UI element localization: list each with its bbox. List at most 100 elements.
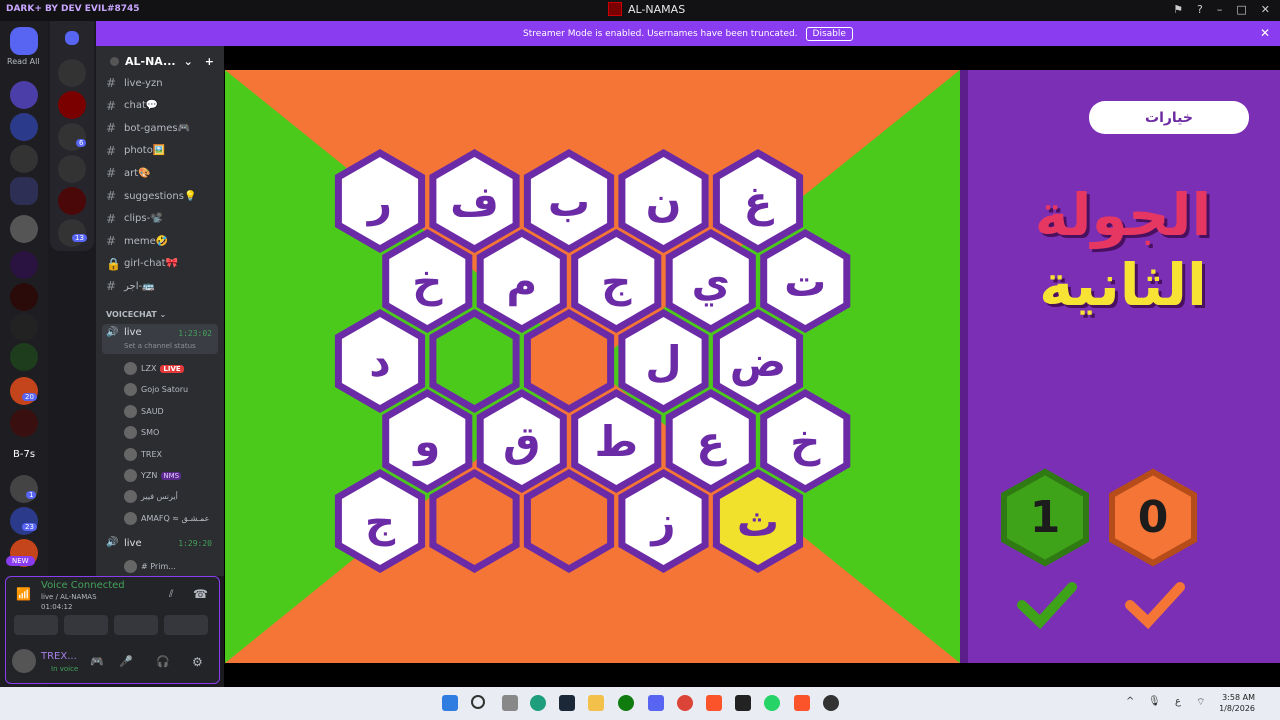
wifi-icon[interactable]: ⌔ xyxy=(1196,696,1205,709)
obs-icon[interactable] xyxy=(823,695,839,711)
channel-item[interactable]: 🔒 girl-chat🎀 xyxy=(106,257,178,271)
server-icon[interactable] xyxy=(58,91,86,119)
voice-user[interactable]: LZX LIVE xyxy=(124,362,184,375)
maximize-button[interactable]: □ xyxy=(1236,3,1246,16)
channel-item[interactable]: # meme🤣 xyxy=(106,234,168,248)
add-member-icon[interactable]: + xyxy=(205,55,214,68)
server-icon[interactable] xyxy=(10,283,38,311)
channel-item[interactable]: # bot-games🎮 xyxy=(106,121,190,135)
steam-icon[interactable] xyxy=(559,695,575,711)
mention-badge: 6 xyxy=(76,139,87,147)
activities-button[interactable] xyxy=(114,615,158,635)
gear-icon[interactable]: ⚙ xyxy=(192,655,203,669)
edge-icon[interactable] xyxy=(530,695,546,711)
voice-user[interactable]: YZN NMS xyxy=(124,469,182,482)
voice-category[interactable]: VOICECHAT ⌄ xyxy=(106,310,166,319)
hex-cell[interactable] xyxy=(429,308,520,414)
server-icon[interactable] xyxy=(58,187,86,215)
green-score: 1 xyxy=(1030,492,1061,543)
server-header[interactable]: AL-NA... ⌄ + xyxy=(96,46,224,76)
voice-user[interactable]: AMAFQ ≈ عمـشـق xyxy=(124,511,209,525)
server-icon[interactable] xyxy=(10,475,38,503)
file-explorer-icon[interactable] xyxy=(588,695,604,711)
screen-share-button[interactable] xyxy=(64,615,108,635)
voice-user[interactable]: TREX xyxy=(124,447,162,461)
noise-suppression-icon[interactable]: ⫽ xyxy=(169,589,173,600)
green-check-icon xyxy=(1017,582,1077,630)
task-view-icon[interactable] xyxy=(502,695,518,711)
voice-channel-live-2[interactable]: 🔊 live 1:29:20 xyxy=(102,536,218,552)
channel-item[interactable]: # chat💬 xyxy=(106,99,158,113)
inbox-icon[interactable]: ⚑ xyxy=(1173,3,1183,16)
hex-cell[interactable] xyxy=(523,308,615,414)
avatar[interactable] xyxy=(12,649,36,673)
folder-icon[interactable] xyxy=(65,31,79,45)
user-name[interactable]: TREX... xyxy=(41,651,77,662)
disable-button[interactable]: Disable xyxy=(805,26,853,41)
brave-icon[interactable] xyxy=(706,695,722,711)
voice-user[interactable]: أيرنس فيير xyxy=(124,490,178,504)
channel-status[interactable]: Set a channel status xyxy=(124,342,196,350)
language-indicator[interactable]: ع xyxy=(1175,696,1181,707)
headphones-icon[interactable]: 🎧 xyxy=(156,655,170,668)
server-icon[interactable] xyxy=(10,409,38,437)
hex-cell[interactable] xyxy=(429,468,520,574)
discord-taskbar-icon[interactable] xyxy=(648,695,664,711)
read-all-label[interactable]: Read All xyxy=(7,57,40,66)
hex-letter: ج xyxy=(601,257,632,306)
voice-user[interactable]: # Prim... xyxy=(124,560,176,573)
chevron-down-icon[interactable]: ⌄ xyxy=(184,55,193,68)
channel-item[interactable]: # photo🖼️ xyxy=(106,144,165,158)
server-icon[interactable] xyxy=(10,81,38,109)
channel-item[interactable]: # art🎨 xyxy=(106,166,151,180)
channel-item[interactable]: # اجر-🚌 xyxy=(106,279,155,293)
chrome-icon[interactable] xyxy=(677,695,693,711)
minimize-button[interactable]: – xyxy=(1217,3,1223,16)
voice-user[interactable]: Gojo Satoru xyxy=(124,383,188,397)
app-icon[interactable] xyxy=(735,695,751,711)
close-button[interactable]: ✕ xyxy=(1261,3,1270,16)
voice-user[interactable]: SMO xyxy=(124,426,160,440)
help-icon[interactable]: ? xyxy=(1197,3,1203,16)
close-icon[interactable]: ✕ xyxy=(1260,26,1270,40)
chevron-up-icon[interactable]: ^ xyxy=(1126,696,1134,707)
discord-home-icon[interactable] xyxy=(10,27,38,55)
server-b7s[interactable]: B-7s xyxy=(13,449,35,460)
disconnect-icon[interactable]: ☎ xyxy=(193,587,208,601)
gamepad-icon[interactable]: 🎮 xyxy=(90,655,104,668)
channel-item[interactable]: # live-yzn xyxy=(106,76,163,90)
folder-icon[interactable] xyxy=(10,177,38,205)
xbox-icon[interactable] xyxy=(618,695,634,711)
server-icon[interactable] xyxy=(10,313,38,341)
channel-item[interactable]: # clips-📽️ xyxy=(106,212,163,226)
channel-label: chat💬 xyxy=(124,100,159,112)
brave-icon[interactable] xyxy=(794,695,810,711)
server-icon[interactable] xyxy=(10,113,38,141)
microphone-icon[interactable]: 🎤 xyxy=(119,655,133,668)
microphone-icon[interactable]: 🎙 xyxy=(1148,696,1161,707)
voice-channel-path[interactable]: live / AL-NAMAS xyxy=(41,593,97,601)
server-icon[interactable] xyxy=(58,155,86,183)
camera-button[interactable] xyxy=(14,615,58,635)
channel-item[interactable]: # suggestions💡 xyxy=(106,189,196,203)
server-icon[interactable] xyxy=(10,251,38,279)
server-icon[interactable] xyxy=(10,343,38,371)
options-button[interactable]: خيارات xyxy=(1089,101,1249,134)
search-icon[interactable] xyxy=(471,695,485,709)
mention-badge: 20 xyxy=(22,393,37,401)
server-icon[interactable] xyxy=(10,145,38,173)
taskbar-clock[interactable]: 3:58 AM 1/8/2026 xyxy=(1219,692,1255,714)
soundboard-button[interactable] xyxy=(164,615,208,635)
signal-icon[interactable]: 📶 xyxy=(16,587,31,601)
hex-cell[interactable] xyxy=(523,468,615,574)
voice-channel-live[interactable]: 🔊 live 1:23:02 Set a channel status xyxy=(102,324,218,354)
voice-user[interactable]: SAUD xyxy=(124,404,164,418)
theme-brand: DARK+ BY DEV EVIL#8745 xyxy=(6,4,140,14)
server-icon[interactable] xyxy=(10,215,38,243)
voice-user-name: SMO xyxy=(141,428,160,438)
whatsapp-icon[interactable] xyxy=(764,695,780,711)
server-icon[interactable] xyxy=(58,219,86,247)
server-icon[interactable] xyxy=(58,59,86,87)
avatar xyxy=(124,362,137,375)
windows-start-icon[interactable] xyxy=(442,695,458,711)
